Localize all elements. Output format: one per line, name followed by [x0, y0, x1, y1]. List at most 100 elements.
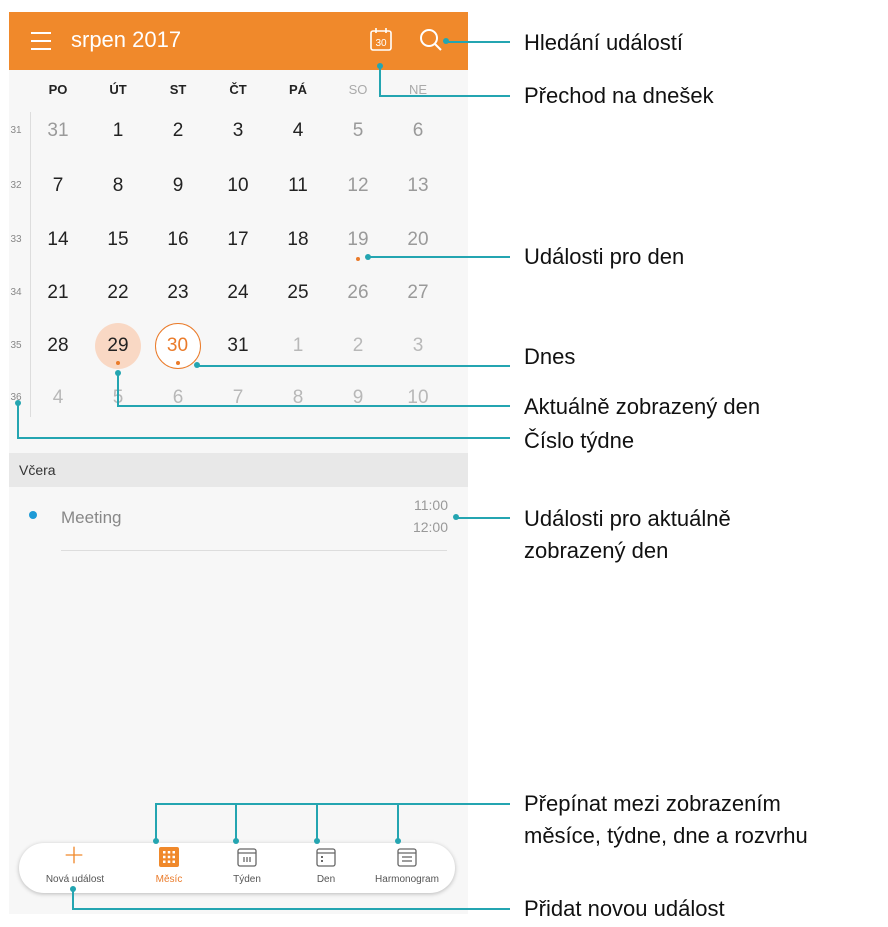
day-cell[interactable]: 7	[36, 171, 80, 201]
day-cell[interactable]: 9	[336, 383, 380, 413]
top-bar: srpen 2017 30	[9, 12, 468, 70]
day-cell[interactable]: 20	[396, 225, 440, 255]
callout-switch-2: měsíce, týdne, dne a rozvrhu	[524, 823, 808, 848]
week-number: 31	[10, 125, 22, 136]
search-icon[interactable]	[418, 26, 444, 54]
week-number: 35	[10, 340, 22, 351]
callout-dot-switch-3	[314, 838, 320, 844]
callout-events-current-2: zobrazený den	[524, 538, 669, 563]
day-cell[interactable]: 7	[216, 383, 260, 413]
weekday-label: ST	[169, 82, 187, 97]
callout-line-switch-v4	[397, 803, 399, 840]
day-cell[interactable]: 16	[156, 225, 200, 255]
callout-line-week-number-h	[17, 437, 510, 439]
day-cell[interactable]: 8	[96, 171, 140, 201]
calendar-screen: srpen 2017 30 PO ÚT ST ČT PÁ SO NE 31 31 1 2 3 4 5 6 3…	[9, 12, 468, 914]
day-cell[interactable]: 27	[396, 278, 440, 308]
go-to-today-icon[interactable]: 30	[370, 27, 392, 51]
day-cell[interactable]: 28	[36, 331, 80, 361]
day-cell[interactable]: 15	[96, 225, 140, 255]
callout-line-events-current	[458, 517, 510, 519]
event-indicator-dot	[176, 361, 180, 365]
day-cell[interactable]: 31	[216, 331, 260, 361]
month-view-label: Měsíc	[155, 874, 183, 885]
section-label: Včera	[19, 462, 56, 478]
menu-icon[interactable]	[31, 32, 51, 50]
day-cell[interactable]: 23	[156, 278, 200, 308]
callout-line-switch-v1	[155, 803, 157, 840]
day-cell[interactable]: 5	[336, 116, 380, 146]
day-cell[interactable]: 18	[276, 225, 320, 255]
week-number: 34	[10, 287, 22, 298]
day-cell[interactable]: 6	[396, 116, 440, 146]
event-end-time: 12:00	[412, 519, 448, 535]
callout-line-current-day-v	[117, 373, 119, 406]
schedule-view-tab[interactable]: Harmonogram	[375, 843, 439, 893]
day-cell[interactable]: 1	[276, 331, 320, 361]
day-cell[interactable]: 4	[276, 116, 320, 146]
day-cell[interactable]: 17	[216, 225, 260, 255]
callout-line-day-events	[368, 256, 510, 258]
schedule-list-icon	[397, 848, 417, 867]
day-cell[interactable]: 19	[336, 225, 380, 255]
day-cell[interactable]: 4	[36, 383, 80, 413]
event-color-dot	[29, 511, 37, 519]
callout-current-day: Aktuálně zobrazený den	[524, 394, 761, 419]
day-cell[interactable]: 21	[36, 278, 80, 308]
plus-icon	[65, 846, 83, 864]
day-cell[interactable]: 8	[276, 383, 320, 413]
callout-day-events: Události pro den	[524, 244, 685, 269]
month-view-tab[interactable]: Měsíc	[144, 843, 194, 893]
day-cell[interactable]: 2	[156, 116, 200, 146]
weekday-label: PO	[48, 82, 68, 97]
month-grid-icon	[159, 847, 179, 867]
month-title[interactable]: srpen 2017	[71, 27, 181, 53]
week-number: 33	[10, 234, 22, 245]
week-calendar-icon	[237, 848, 257, 867]
day-calendar-icon	[316, 848, 336, 867]
day-cell[interactable]: 11	[276, 171, 320, 201]
callout-line-search	[448, 41, 510, 43]
callout-dot-day-events	[365, 254, 371, 260]
callout-line-switch-h	[155, 803, 510, 805]
day-cell[interactable]: 13	[396, 171, 440, 201]
weekday-label: ÚT	[109, 82, 127, 97]
day-cell[interactable]: 2	[336, 331, 380, 361]
weekday-label: ČT	[229, 82, 247, 97]
day-cell[interactable]: 24	[216, 278, 260, 308]
day-view-label: Den	[316, 874, 336, 885]
week-number: 32	[10, 180, 22, 191]
callout-search: Hledání událostí	[524, 30, 683, 55]
callout-now: Dnes	[524, 344, 576, 369]
callout-line-current-day-h	[117, 405, 510, 407]
day-cell[interactable]: 22	[96, 278, 140, 308]
week-view-tab[interactable]: Týden	[222, 843, 272, 893]
schedule-view-label: Harmonogram	[375, 874, 439, 885]
day-cell[interactable]: 10	[216, 171, 260, 201]
day-cell[interactable]: 25	[276, 278, 320, 308]
day-cell[interactable]: 12	[336, 171, 380, 201]
callout-dot-switch-1	[153, 838, 159, 844]
callout-switch-1: Přepínat mezi zobrazením	[524, 791, 781, 816]
day-cell[interactable]: 6	[156, 383, 200, 413]
callout-events-current-1: Události pro aktuálně	[524, 506, 731, 531]
day-cell[interactable]: 3	[396, 331, 440, 361]
day-cell[interactable]: 26	[336, 278, 380, 308]
events-section-header: Včera	[9, 453, 468, 487]
week-view-label: Týden	[233, 874, 261, 885]
day-cell[interactable]: 9	[156, 171, 200, 201]
event-divider	[61, 550, 447, 551]
callout-line-today-h	[379, 95, 510, 97]
callout-line-add-v	[72, 889, 74, 909]
day-cell[interactable]: 10	[396, 383, 440, 413]
day-cell[interactable]: 31	[36, 116, 80, 146]
new-event-label: Nová událost	[45, 874, 105, 885]
callout-line-today	[379, 66, 381, 96]
day-view-tab[interactable]: Den	[301, 843, 351, 893]
day-cell[interactable]: 1	[96, 116, 140, 146]
day-cell[interactable]: 14	[36, 225, 80, 255]
day-cell[interactable]: 3	[216, 116, 260, 146]
event-title[interactable]: Meeting	[61, 508, 121, 528]
week-number-divider	[30, 112, 31, 417]
weekday-label: PÁ	[288, 82, 308, 97]
